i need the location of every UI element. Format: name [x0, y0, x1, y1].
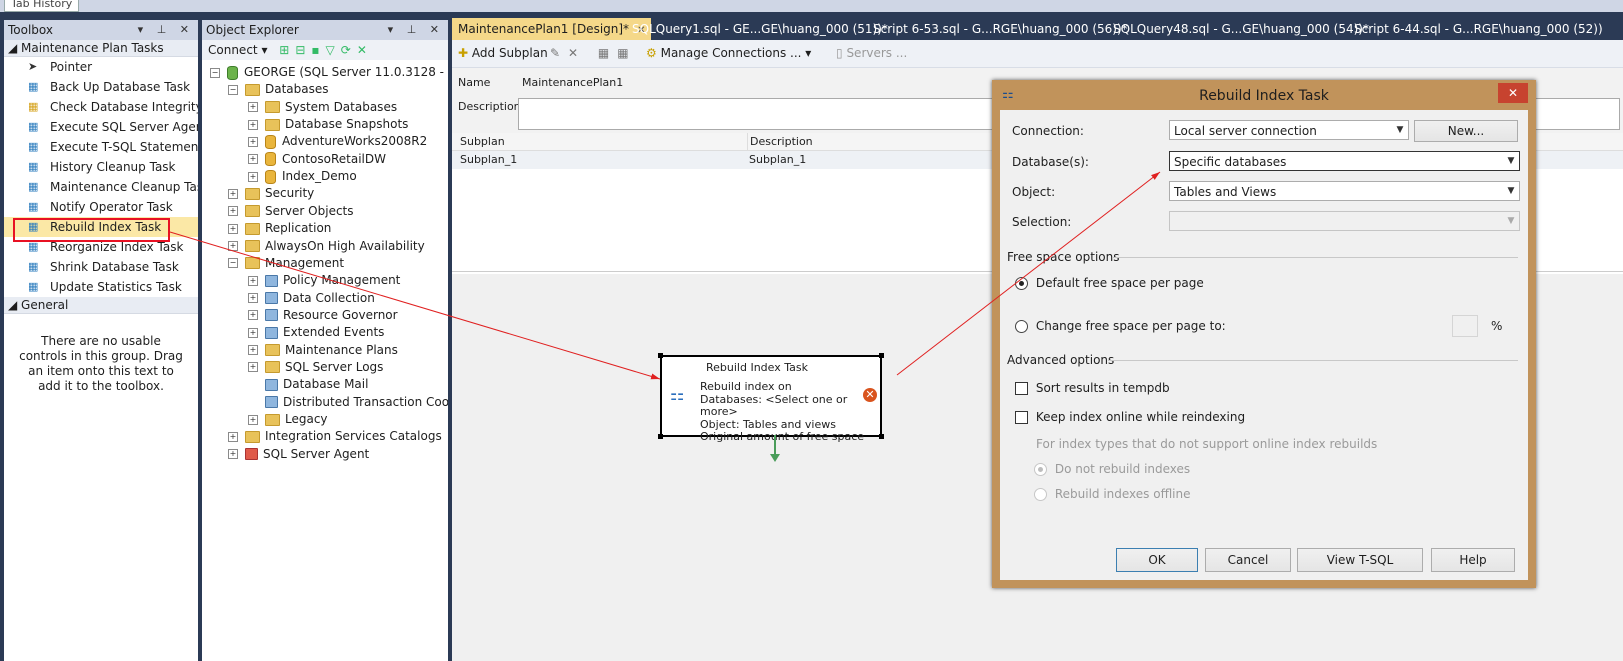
- annotation-arrows: [169, 171, 1161, 380]
- annotation-arrow: [169, 231, 661, 380]
- annotation-arrow: [896, 171, 1161, 376]
